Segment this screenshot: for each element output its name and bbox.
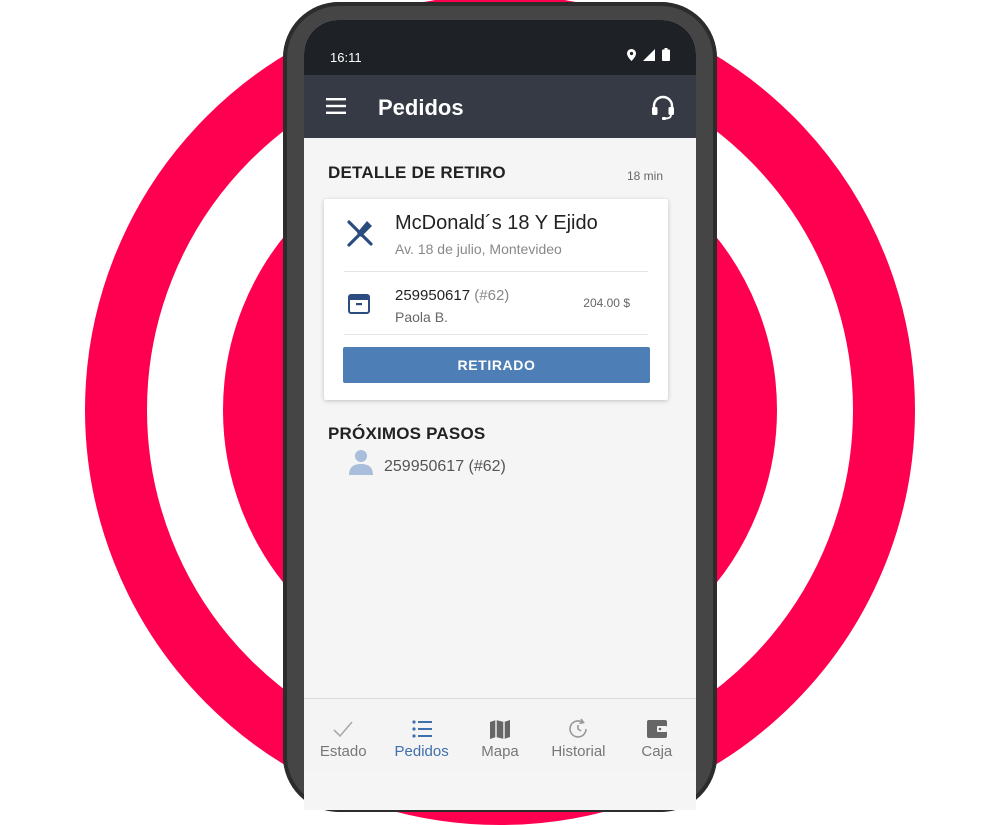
nav-caja[interactable]: Caja	[618, 699, 696, 771]
location-icon	[627, 48, 636, 61]
nav-caja-label: Caja	[641, 743, 673, 760]
phone-frame: 16:11 Pedidos DETALLE DE RETIRO 18 min M…	[283, 2, 717, 812]
list-icon	[412, 720, 432, 738]
next-step-label: 259950617 (#62)	[384, 458, 506, 475]
status-icons	[627, 48, 670, 61]
nav-pedidos[interactable]: Pedidos	[382, 699, 460, 771]
nav-pedidos-label: Pedidos	[394, 743, 449, 760]
order-client: Paola B.	[395, 309, 448, 325]
map-icon	[490, 720, 511, 739]
card-divider	[344, 334, 648, 335]
battery-icon	[662, 48, 670, 61]
menu-icon[interactable]	[326, 97, 348, 115]
person-icon	[349, 450, 373, 475]
pickup-eta: 18 min	[626, 169, 663, 183]
wallet-icon	[646, 720, 667, 738]
nav-estado-label: Estado	[319, 743, 367, 760]
next-step-item[interactable]: 259950617 (#62)	[348, 450, 506, 476]
page-title: Pedidos	[378, 95, 464, 120]
main-content: DETALLE DE RETIRO 18 min McDonald´s 18 Y…	[304, 138, 696, 698]
order-id: 259950617	[395, 287, 471, 304]
headset-icon[interactable]	[650, 94, 676, 120]
order-id-line: 259950617 (#62)	[395, 287, 509, 304]
status-bar: 16:11	[304, 20, 696, 75]
pickup-card: McDonald´s 18 Y Ejido Av. 18 de julio, M…	[324, 199, 668, 400]
card-divider	[344, 271, 648, 272]
history-icon	[569, 718, 588, 738]
store-address: Av. 18 de julio, Montevideo	[395, 241, 562, 257]
signal-icon	[643, 48, 655, 61]
phone-screen: 16:11 Pedidos DETALLE DE RETIRO 18 min M…	[304, 20, 696, 810]
bottom-nav: Estado Pedidos Mapa Historial Caja	[304, 698, 696, 771]
nav-mapa-label: Mapa	[481, 743, 519, 760]
restaurant-icon	[347, 220, 373, 247]
nav-mapa[interactable]: Mapa	[461, 699, 539, 771]
order-amount: 204.00 $	[583, 296, 630, 310]
nav-estado[interactable]: Estado	[304, 699, 382, 771]
store-name: McDonald´s 18 Y Ejido	[395, 212, 598, 234]
status-time: 16:11	[330, 50, 362, 65]
nav-historial-label: Historial	[551, 743, 606, 760]
app-bar: Pedidos	[304, 75, 696, 138]
order-number: (#62)	[474, 287, 510, 304]
nav-historial[interactable]: Historial	[539, 699, 617, 771]
retirado-button[interactable]: RETIRADO	[343, 347, 650, 383]
next-steps-section-title: PRÓXIMOS PASOS	[328, 424, 486, 443]
package-icon	[348, 294, 370, 314]
checkmark-icon	[333, 721, 353, 738]
pickup-section-title: DETALLE DE RETIRO	[328, 163, 506, 182]
